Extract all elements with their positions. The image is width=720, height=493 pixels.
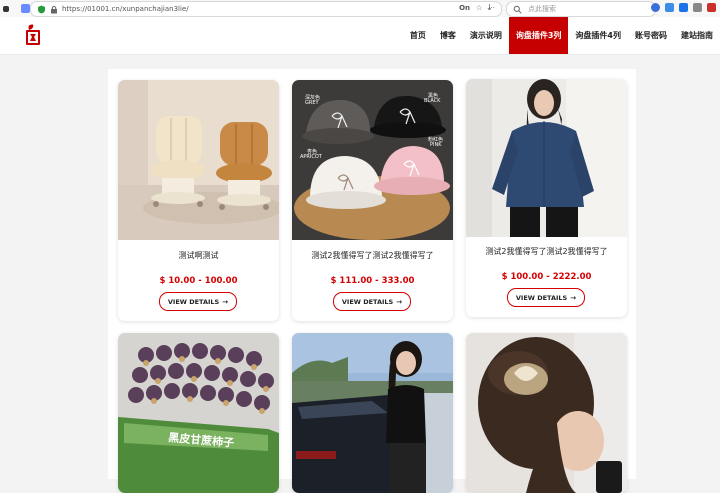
browser-toolbar: https://01001.cn/xunpanchajian3lie/ On ☆… bbox=[0, 0, 720, 18]
address-bar[interactable]: https://01001.cn/xunpanchajian3lie/ On ☆… bbox=[30, 1, 502, 17]
url-text[interactable]: https://01001.cn/xunpanchajian3lie/ bbox=[62, 5, 189, 13]
view-details-button[interactable]: VIEW DETAILS → bbox=[159, 292, 237, 311]
lock-icon bbox=[51, 5, 57, 13]
button-label: VIEW DETAILS bbox=[515, 293, 568, 302]
product-image-shirt[interactable] bbox=[466, 79, 627, 237]
search-icon bbox=[513, 5, 522, 14]
product-image-car[interactable] bbox=[292, 333, 453, 493]
product-grid: 测试啊测试 $ 10.00 - 100.00 VIEW DETAILS → 黑色… bbox=[108, 69, 636, 493]
addon-icon[interactable] bbox=[707, 3, 716, 12]
browser-search-input[interactable]: 点此搜索 bbox=[506, 1, 656, 17]
product-title[interactable]: 测试2我懂得写了测试2我懂得写了 bbox=[292, 250, 453, 261]
nav-item-demo[interactable]: 演示说明 bbox=[463, 17, 509, 54]
profile-icon[interactable] bbox=[651, 3, 660, 12]
site-logo[interactable] bbox=[23, 23, 43, 47]
nav-item-account[interactable]: 账号密码 bbox=[628, 17, 674, 54]
extension-icon[interactable] bbox=[665, 3, 674, 12]
product-title[interactable]: 测试啊测试 bbox=[118, 250, 279, 261]
translate-icon[interactable] bbox=[679, 3, 688, 12]
tab-favicon-icon[interactable] bbox=[21, 4, 30, 13]
image-label: PINK bbox=[430, 142, 442, 148]
product-card[interactable]: 测试2我懂得写了测试2我懂得写了 $ 100.00 - 2222.00 VIEW… bbox=[466, 79, 627, 317]
nav-item-inquiry-4col[interactable]: 询盘插件4列 bbox=[568, 17, 628, 54]
product-price: $ 111.00 - 333.00 bbox=[330, 276, 415, 286]
arrow-right-icon: → bbox=[222, 297, 229, 306]
product-card[interactable] bbox=[466, 333, 627, 493]
nav-item-guide[interactable]: 建站指南 bbox=[674, 17, 720, 54]
arrow-right-icon: → bbox=[396, 297, 403, 306]
product-title[interactable]: 测试2我懂得写了测试2我懂得写了 bbox=[466, 246, 627, 257]
site-header: 首页 博客 演示说明 询盘插件3列 询盘插件4列 账号密码 建站指南 bbox=[0, 17, 720, 55]
image-label: GREY bbox=[305, 100, 319, 106]
product-price: $ 100.00 - 2222.00 bbox=[501, 272, 592, 282]
product-image-hairclip[interactable] bbox=[466, 333, 627, 493]
product-card[interactable] bbox=[292, 333, 453, 493]
nav-item-home[interactable]: 首页 bbox=[403, 17, 433, 54]
star-icon[interactable]: ☆ bbox=[476, 4, 482, 12]
button-label: VIEW DETAILS bbox=[341, 297, 394, 306]
collections-icon[interactable] bbox=[693, 3, 702, 12]
product-card[interactable]: 黑色 BLACK 深灰色 GREY 杏色 APRICOT 粉红色 PINK 测试… bbox=[292, 80, 453, 321]
arrow-right-icon: → bbox=[570, 293, 577, 302]
image-label: APRICOT bbox=[300, 154, 322, 160]
button-label: VIEW DETAILS bbox=[167, 297, 220, 306]
reader-mode-badge[interactable]: On bbox=[459, 4, 470, 12]
product-image-sugarcane[interactable]: 黑皮甘蔗柿子 bbox=[118, 333, 279, 493]
product-price: $ 10.00 - 100.00 bbox=[159, 276, 238, 286]
nav-item-inquiry-3col[interactable]: 询盘插件3列 bbox=[508, 17, 569, 54]
main-nav: 首页 博客 演示说明 询盘插件3列 询盘插件4列 账号密码 建站指南 bbox=[403, 17, 720, 54]
shield-icon[interactable] bbox=[37, 5, 46, 14]
view-details-button[interactable]: VIEW DETAILS → bbox=[507, 288, 585, 307]
download-icon[interactable]: ↓ bbox=[486, 3, 493, 12]
sidebar-toggle-icon[interactable] bbox=[3, 5, 9, 12]
product-image-chairs[interactable] bbox=[118, 80, 279, 240]
nav-item-blog[interactable]: 博客 bbox=[433, 17, 463, 54]
search-placeholder: 点此搜索 bbox=[528, 5, 556, 13]
image-label: BLACK bbox=[424, 98, 441, 104]
view-details-button[interactable]: VIEW DETAILS → bbox=[333, 292, 411, 311]
product-card[interactable]: 测试啊测试 $ 10.00 - 100.00 VIEW DETAILS → bbox=[118, 80, 279, 321]
product-card[interactable]: 黑皮甘蔗柿子 bbox=[118, 333, 279, 493]
